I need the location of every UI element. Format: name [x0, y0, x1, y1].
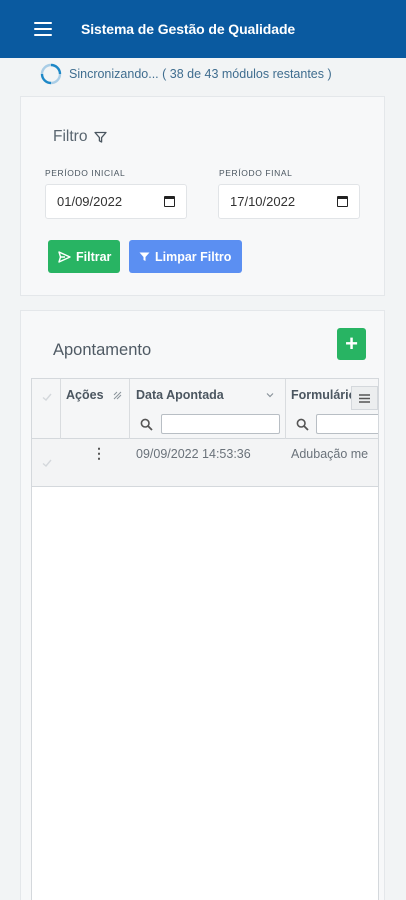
- end-date-value: 17/10/2022: [230, 194, 296, 209]
- row-actions-kebab-icon[interactable]: ⋮: [92, 445, 106, 462]
- filter-button[interactable]: Filtrar: [48, 240, 120, 273]
- clear-filter-button-label: Limpar Filtro: [155, 249, 232, 264]
- calendar-icon[interactable]: [337, 196, 348, 207]
- table-row[interactable]: ⋮ 09/09/2022 14:53:36 Adubação me: [32, 439, 378, 487]
- sync-spinner-icon: [40, 63, 62, 85]
- column-header-actions-label: Ações: [66, 388, 104, 402]
- app-title: Sistema de Gestão de Qualidade: [81, 21, 296, 37]
- select-all-checkbox[interactable]: [41, 391, 53, 403]
- data-grid: Ações Data Apontada Formulário ⋮ 09/09/2…: [31, 378, 379, 900]
- chevron-down-icon[interactable]: [266, 391, 274, 399]
- column-header-date-label: Data Apontada: [136, 388, 224, 402]
- add-button[interactable]: +: [337, 328, 366, 360]
- sync-status: Sincronizando... ( 38 de 43 módulos rest…: [40, 63, 332, 85]
- column-menu-icon[interactable]: [351, 386, 378, 410]
- funnel-icon: [139, 252, 150, 261]
- column-header-actions[interactable]: Ações: [66, 388, 104, 402]
- form-filter-input[interactable]: [316, 414, 378, 434]
- search-icon: [296, 418, 309, 431]
- row-form-cell: Adubação me: [291, 447, 369, 461]
- menu-icon[interactable]: [34, 22, 52, 36]
- hamburger-icon: [359, 393, 370, 403]
- column-header-date[interactable]: Data Apontada: [136, 388, 224, 402]
- search-icon: [140, 418, 153, 431]
- end-date-input[interactable]: 17/10/2022: [218, 184, 360, 219]
- filter-button-label: Filtrar: [76, 249, 112, 264]
- row-checkbox[interactable]: [41, 457, 53, 469]
- section-title: Apontamento: [53, 341, 152, 359]
- start-date-value: 01/09/2022: [57, 194, 123, 209]
- start-date-input[interactable]: 01/09/2022: [45, 184, 187, 219]
- start-date-label: PERÍODO INICIAL: [45, 168, 126, 178]
- filter-title-text: Filtro: [53, 128, 88, 145]
- funnel-icon: [94, 131, 108, 143]
- filter-card: Filtro PERÍODO INICIAL 01/09/2022 PERÍOD…: [20, 96, 385, 296]
- calendar-icon[interactable]: [164, 196, 175, 207]
- end-date-label: PERÍODO FINAL: [219, 168, 293, 178]
- send-icon: [58, 250, 71, 263]
- row-date-cell: 09/09/2022 14:53:36: [136, 447, 251, 461]
- date-filter-input[interactable]: [161, 414, 280, 434]
- apontamento-card: Apontamento + Ações Data Apontada Formul…: [20, 310, 385, 900]
- resize-handle-icon[interactable]: [113, 391, 122, 400]
- sync-text: Sincronizando... ( 38 de 43 módulos rest…: [69, 67, 332, 81]
- filter-title: Filtro: [53, 128, 108, 146]
- clear-filter-button[interactable]: Limpar Filtro: [129, 240, 242, 273]
- app-bar: Sistema de Gestão de Qualidade: [0, 0, 406, 58]
- column-header-form[interactable]: Formulário: [291, 388, 356, 402]
- column-header-form-label: Formulário: [291, 388, 357, 402]
